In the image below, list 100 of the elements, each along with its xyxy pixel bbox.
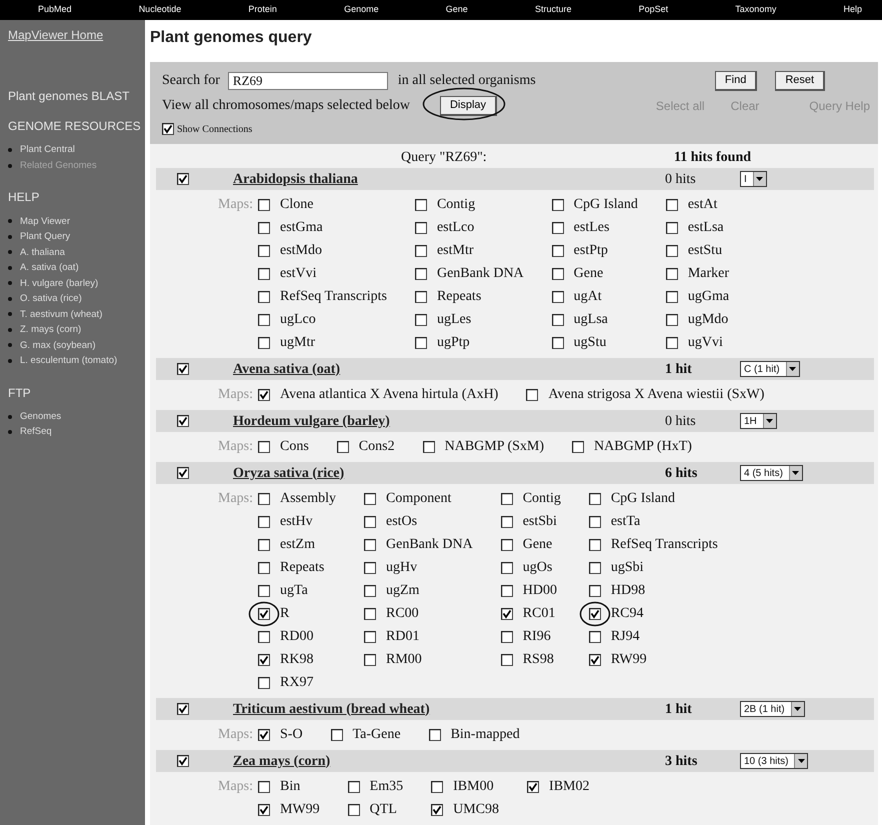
checkbox[interactable] [364, 516, 376, 528]
checkbox[interactable] [431, 804, 444, 816]
checkbox[interactable] [258, 654, 270, 666]
nav-link[interactable]: Nucleotide [138, 3, 182, 17]
checkbox[interactable] [588, 608, 601, 620]
checkbox[interactable] [177, 703, 189, 715]
checkbox[interactable] [500, 608, 513, 620]
organism-link[interactable]: Arabidopsis thaliana [233, 168, 665, 190]
checkbox[interactable] [364, 562, 376, 574]
checkbox[interactable] [258, 676, 270, 688]
organism-link[interactable]: Avena sativa (oat) [233, 358, 665, 380]
checkbox[interactable] [500, 584, 513, 596]
checkbox[interactable] [588, 584, 601, 596]
checkbox[interactable] [552, 244, 564, 256]
checkbox[interactable] [588, 538, 601, 550]
sidebar-link[interactable]: G. max (soybean) [20, 338, 96, 354]
nav-link[interactable]: PubMed [38, 3, 72, 17]
checkbox[interactable] [500, 562, 513, 574]
checkbox[interactable] [414, 268, 427, 280]
checkbox[interactable] [348, 804, 360, 816]
checkbox[interactable] [258, 780, 270, 792]
checkbox[interactable] [330, 728, 343, 740]
checkbox[interactable] [348, 780, 360, 792]
checkbox[interactable] [258, 538, 270, 550]
checkbox[interactable] [552, 198, 564, 210]
organism-link[interactable]: Triticum aestivum (bread wheat) [233, 698, 665, 720]
sidebar-link[interactable]: A. sativa (oat) [20, 260, 79, 276]
nav-link[interactable]: PopSet [638, 3, 668, 17]
checkbox[interactable] [500, 630, 513, 642]
checkbox[interactable] [500, 516, 513, 528]
checkbox[interactable] [666, 222, 678, 234]
checkbox[interactable] [666, 268, 678, 280]
sidebar-link[interactable]: L. esculentum (tomato) [20, 353, 118, 369]
checkbox[interactable] [588, 654, 601, 666]
checkbox[interactable] [258, 584, 270, 596]
checkbox[interactable] [258, 492, 270, 504]
checkbox[interactable] [364, 538, 376, 550]
checkbox[interactable] [666, 336, 678, 348]
checkbox[interactable] [414, 222, 427, 234]
checkbox[interactable] [258, 562, 270, 574]
sidebar-link[interactable]: Z. mays (corn) [20, 322, 82, 338]
organism-link[interactable]: Oryza sativa (rice) [233, 462, 665, 484]
checkbox[interactable] [258, 804, 270, 816]
nav-link[interactable]: Help [843, 3, 862, 17]
sidebar-link[interactable]: T. aestivum (wheat) [20, 306, 102, 322]
checkbox[interactable] [364, 630, 376, 642]
checkbox[interactable] [422, 440, 435, 452]
checkbox[interactable] [258, 290, 270, 302]
chromosome-dropdown[interactable]: 1H [740, 413, 777, 429]
checkbox[interactable] [364, 608, 376, 620]
sidebar-link[interactable]: Map Viewer [20, 214, 70, 230]
sidebar-link[interactable]: Genomes [20, 408, 62, 424]
display-button[interactable]: Display [440, 96, 498, 116]
sidebar-link[interactable]: A. thaliana [20, 244, 65, 260]
checkbox[interactable] [258, 608, 270, 620]
checkbox[interactable] [364, 492, 376, 504]
checkbox[interactable] [552, 336, 564, 348]
checkbox[interactable] [588, 630, 601, 642]
checkbox[interactable] [428, 728, 441, 740]
checkbox[interactable] [666, 290, 678, 302]
checkbox[interactable] [666, 314, 678, 326]
checkbox[interactable] [258, 516, 270, 528]
checkbox[interactable] [588, 562, 601, 574]
checkbox[interactable] [431, 780, 444, 792]
checkbox[interactable] [258, 336, 270, 348]
checkbox[interactable] [177, 415, 189, 427]
checkbox[interactable] [414, 336, 427, 348]
organism-link[interactable]: Zea mays (corn) [233, 750, 665, 772]
checkbox[interactable] [414, 290, 427, 302]
checkbox[interactable] [500, 654, 513, 666]
checkbox[interactable] [162, 123, 174, 135]
checkbox[interactable] [177, 173, 189, 185]
sidebar-link[interactable]: RefSeq [20, 424, 52, 440]
search-field[interactable]: RZ69 [228, 72, 388, 90]
checkbox[interactable] [526, 388, 538, 400]
chromosome-dropdown[interactable]: I [740, 171, 767, 187]
chromosome-dropdown[interactable]: 10 (3 hits) [740, 753, 808, 769]
checkbox[interactable] [414, 314, 427, 326]
checkbox[interactable] [364, 584, 376, 596]
checkbox[interactable] [177, 755, 189, 767]
checkbox[interactable] [258, 388, 270, 400]
checkbox[interactable] [500, 538, 513, 550]
nav-link[interactable]: Genome [344, 3, 379, 17]
home-link[interactable]: MapViewer Home [8, 26, 104, 44]
checkbox[interactable] [552, 314, 564, 326]
checkbox[interactable] [588, 492, 601, 504]
nav-link[interactable]: Gene [446, 3, 468, 17]
checkbox[interactable] [258, 222, 270, 234]
checkbox[interactable] [552, 268, 564, 280]
sidebar-link[interactable]: O. sativa (rice) [20, 291, 82, 307]
chromosome-dropdown[interactable]: C (1 hit) [740, 361, 800, 377]
checkbox[interactable] [258, 440, 270, 452]
checkbox[interactable] [572, 440, 584, 452]
find-button[interactable]: Find [714, 70, 758, 90]
checkbox[interactable] [666, 244, 678, 256]
nav-link[interactable]: Taxonomy [735, 3, 776, 17]
checkbox[interactable] [364, 654, 376, 666]
checkbox[interactable] [527, 780, 540, 792]
checkbox[interactable] [414, 244, 427, 256]
checkbox[interactable] [552, 222, 564, 234]
